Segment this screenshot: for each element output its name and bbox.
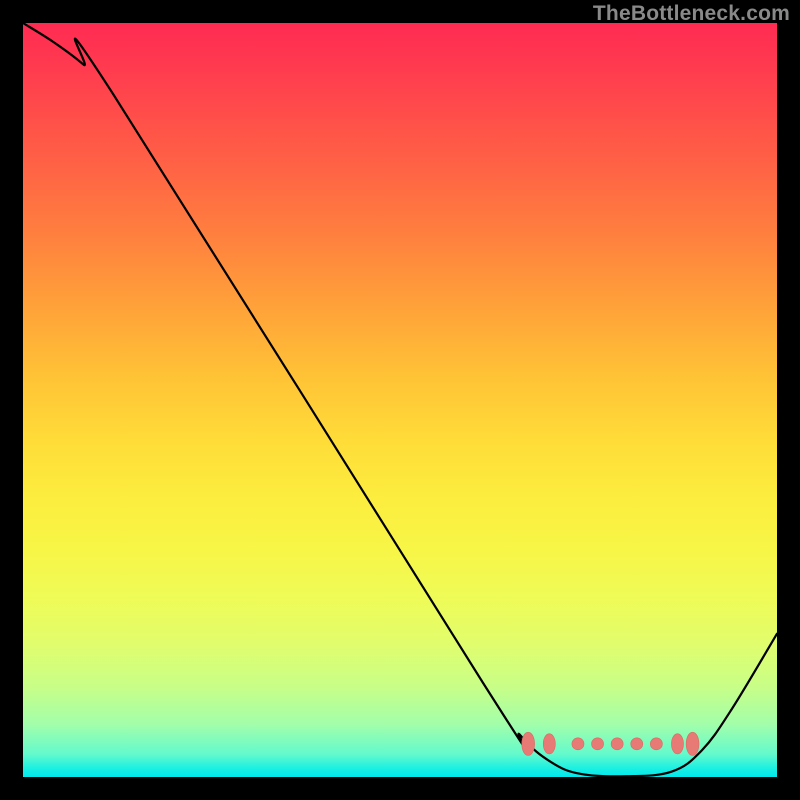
bottleneck-curve-svg <box>23 23 777 777</box>
basin-marker <box>592 738 604 750</box>
basin-marker <box>611 738 623 750</box>
basin-marker <box>650 738 662 750</box>
plot-area <box>23 23 777 777</box>
basin-marker <box>522 732 535 755</box>
basin-marker <box>543 734 555 754</box>
basin-marker <box>572 738 584 750</box>
basin-marker <box>671 734 683 754</box>
basin-marker <box>686 732 699 755</box>
bottleneck-curve <box>23 23 777 776</box>
watermark-text: TheBottleneck.com <box>593 2 790 26</box>
basin-markers <box>522 732 699 755</box>
basin-marker <box>631 738 643 750</box>
chart-stage: TheBottleneck.com <box>0 0 800 800</box>
